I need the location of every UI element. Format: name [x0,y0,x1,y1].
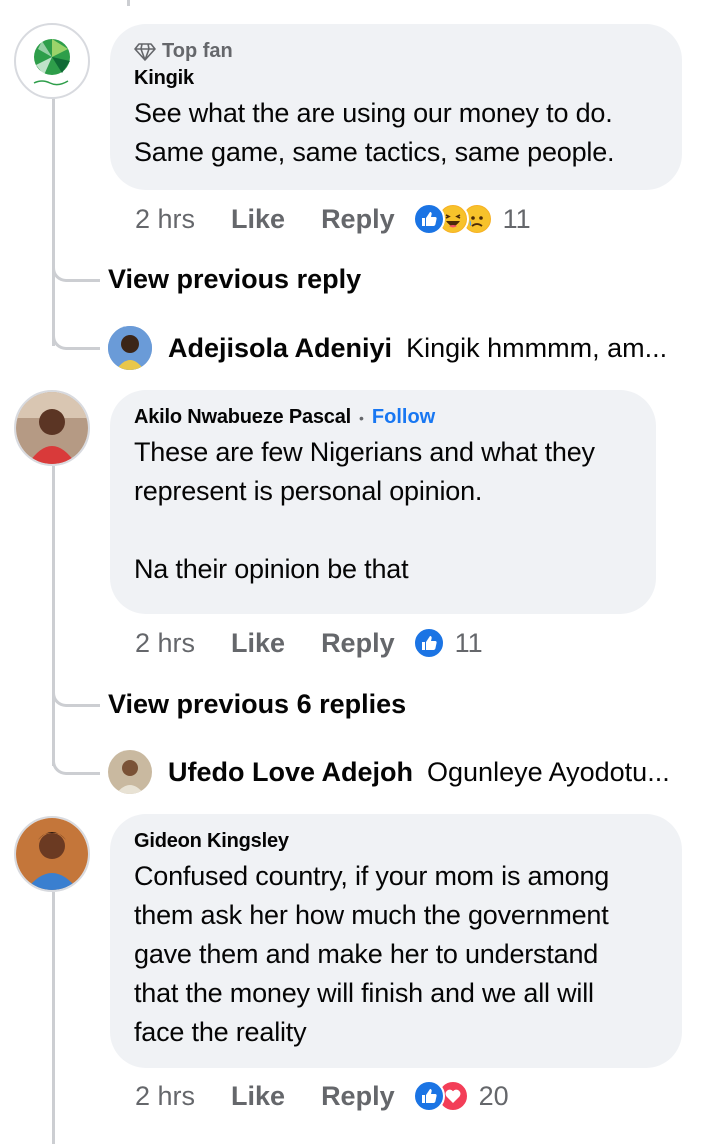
like-button[interactable]: Like [231,1081,285,1112]
view-previous-replies-link[interactable]: View previous 6 replies [108,689,406,720]
top-fan-label: Top fan [162,40,233,62]
like-button[interactable]: Like [231,628,285,659]
thread-elbow-view-previous-2 [52,680,100,707]
person-photo-icon [108,326,152,370]
reply-snippet: Kingik hmmmm, am... [406,332,668,363]
reply-button[interactable]: Reply [321,628,395,659]
reaction-count[interactable]: 20 [479,1081,509,1112]
view-previous-replies-link[interactable]: View previous reply [108,264,361,295]
thread-elbow-view-previous-1 [52,254,100,282]
diamond-icon [134,42,156,61]
comment-bubble-akilo: Akilo Nwabueze Pascal • Follow These are… [110,390,656,614]
top-fan-badge: Top fan [134,40,658,63]
comment-author[interactable]: Akilo Nwabueze Pascal [134,406,351,429]
comment-bubble-gideon: Gideon Kingsley Confused country, if you… [110,814,682,1068]
person-photo-icon [16,392,88,464]
thread-elbow-reply-1 [52,300,100,350]
latest-reply-preview[interactable]: Adejisola Adeniyi Kingik hmmmm, am... [108,326,667,370]
avatar-ufedo[interactable] [108,750,152,794]
comment-actions: 2 hrs Like Reply 20 [135,1080,509,1112]
kingik-logo-icon [33,39,70,86]
separator-dot: • [359,409,364,426]
comment-text: See what the are using our money to do. … [134,98,615,167]
person-photo-icon [16,818,88,890]
like-reaction-icon [412,627,445,659]
comment-actions: 2 hrs Like Reply 11 [135,203,531,235]
comment-author[interactable]: Kingik [134,67,658,90]
follow-button[interactable]: Follow [372,406,435,429]
like-reaction-icon [412,1080,445,1112]
reply-button[interactable]: Reply [321,1081,395,1112]
avatar-akilo[interactable] [14,390,90,466]
thread-line-comment-3 [52,892,55,1144]
avatar-gideon[interactable] [14,816,90,892]
comment-time[interactable]: 2 hrs [135,1081,195,1112]
thread-line-top [127,0,130,6]
comment-time[interactable]: 2 hrs [135,204,195,235]
like-reaction-icon [412,203,445,235]
reply-author[interactable]: Ufedo Love Adejoh [168,757,413,788]
comment-text: Confused country, if your mom is among t… [134,861,610,1047]
reply-author[interactable]: Adejisola Adeniyi [168,333,392,364]
avatar-kingik[interactable] [14,23,90,99]
reaction-count[interactable]: 11 [455,628,483,659]
comment-author[interactable]: Gideon Kingsley [134,830,658,853]
latest-reply-preview[interactable]: Ufedo Love Adejoh Ogunleye Ayodotu... [108,750,670,794]
comment-bubble-kingik: Top fan Kingik See what the are using ou… [110,24,682,190]
reaction-summary[interactable] [412,1080,469,1112]
person-photo-icon [108,750,152,794]
reaction-summary[interactable] [412,627,445,659]
like-button[interactable]: Like [231,204,285,235]
reaction-summary[interactable] [412,203,493,235]
reply-button[interactable]: Reply [321,204,395,235]
reaction-count[interactable]: 11 [503,204,531,235]
reply-snippet: Ogunleye Ayodotu... [427,756,670,787]
comment-actions: 2 hrs Like Reply 11 [135,627,483,659]
comment-time[interactable]: 2 hrs [135,628,195,659]
comment-text: These are few Nigerians and what they re… [134,437,595,584]
thread-elbow-reply-2 [52,720,100,775]
avatar-adejisola[interactable] [108,326,152,370]
